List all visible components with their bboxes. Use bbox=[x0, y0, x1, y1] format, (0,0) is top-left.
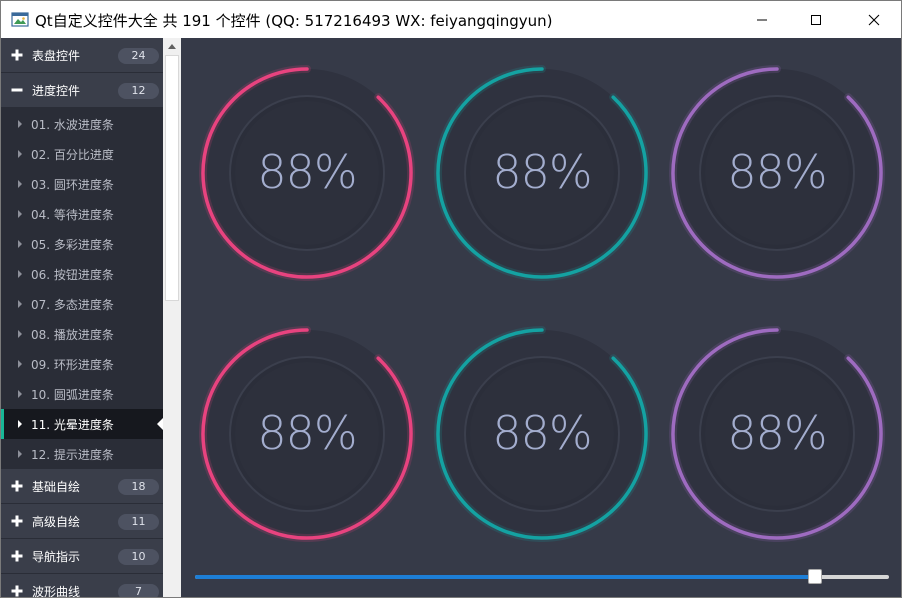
title-bar: Qt自定义控件大全 共 191 个控件 (QQ: 517216493 WX: f… bbox=[1, 1, 901, 38]
nav-item-label: 04. 等待进度条 bbox=[31, 208, 114, 222]
slider-fill bbox=[195, 575, 810, 579]
progress-value-text: 88% bbox=[257, 406, 357, 460]
nav-item-percent-progress[interactable]: 02. 百分比进度 bbox=[1, 139, 163, 169]
value-slider[interactable] bbox=[195, 569, 889, 585]
nav-item-label: 01. 水波进度条 bbox=[31, 118, 114, 132]
nav-group-count: 12 bbox=[118, 83, 159, 99]
plus-icon bbox=[11, 49, 23, 61]
selection-pointer-icon bbox=[157, 418, 163, 430]
nav-group-count: 7 bbox=[118, 584, 159, 597]
nav-group-count: 24 bbox=[118, 48, 159, 64]
nav-item-button-progress[interactable]: 06. 按钮进度条 bbox=[1, 259, 163, 289]
caret-right-icon bbox=[18, 240, 22, 248]
nav-item-label: 10. 圆弧进度条 bbox=[31, 388, 114, 402]
slider-handle[interactable] bbox=[808, 569, 822, 584]
scrollbar-thumb[interactable] bbox=[165, 55, 179, 301]
caret-right-icon bbox=[18, 210, 22, 218]
caret-right-icon bbox=[18, 120, 22, 128]
nav-item-label: 12. 提示进度条 bbox=[31, 448, 114, 462]
close-icon bbox=[868, 14, 880, 25]
nav-item-label: 02. 百分比进度 bbox=[31, 148, 114, 162]
nav-item-label: 03. 圆环进度条 bbox=[31, 178, 114, 192]
nav-group-advanced-paint[interactable]: 高级自绘 11 bbox=[1, 504, 163, 539]
nav-group-label: 基础自绘 bbox=[32, 480, 81, 494]
nav-group-count: 18 bbox=[118, 479, 159, 495]
nav-group-navigation[interactable]: 导航指示 10 bbox=[1, 539, 163, 574]
caret-right-icon bbox=[18, 330, 22, 338]
nav-item-label: 05. 多彩进度条 bbox=[31, 238, 114, 252]
halo-progress-dial: 88% bbox=[669, 326, 885, 542]
sidebar-scrollbar[interactable] bbox=[163, 38, 181, 597]
maximize-button[interactable] bbox=[793, 1, 839, 38]
maximize-icon bbox=[811, 14, 821, 25]
nav-item-water-progress[interactable]: 01. 水波进度条 bbox=[1, 109, 163, 139]
progress-value-text: 88% bbox=[492, 145, 592, 199]
plus-icon bbox=[11, 480, 23, 492]
nav-group-count: 11 bbox=[118, 514, 159, 530]
halo-progress-dial: 88% bbox=[434, 65, 650, 281]
nav-group-dials[interactable]: 表盘控件 24 bbox=[1, 38, 163, 73]
nav-group-basic-paint[interactable]: 基础自绘 18 bbox=[1, 469, 163, 504]
minimize-icon bbox=[757, 19, 767, 20]
caret-right-icon bbox=[18, 360, 22, 368]
nav-group-label: 波形曲线 bbox=[32, 585, 81, 598]
app-window: Qt自定义控件大全 共 191 个控件 (QQ: 517216493 WX: f… bbox=[0, 0, 902, 598]
nav-item-wait-progress[interactable]: 04. 等待进度条 bbox=[1, 199, 163, 229]
nav-group-count: 10 bbox=[118, 549, 159, 565]
nav-group-waveform[interactable]: 波形曲线 7 bbox=[1, 574, 163, 598]
progress-value-text: 88% bbox=[257, 145, 357, 199]
nav-item-label: 11. 光晕进度条 bbox=[31, 418, 114, 432]
halo-progress-dial: 88% bbox=[199, 65, 415, 281]
nav-group-label: 表盘控件 bbox=[32, 49, 81, 63]
caret-right-icon bbox=[18, 420, 22, 428]
nav-item-label: 07. 多态进度条 bbox=[31, 298, 114, 312]
nav-group-label: 高级自绘 bbox=[32, 515, 81, 529]
nav-item-play-progress[interactable]: 08. 播放进度条 bbox=[1, 319, 163, 349]
caret-right-icon bbox=[18, 180, 22, 188]
nav-item-halo-progress[interactable]: 11. 光晕进度条 bbox=[1, 409, 163, 439]
plus-icon bbox=[11, 585, 23, 597]
nav-item-arc-progress[interactable]: 10. 圆弧进度条 bbox=[1, 379, 163, 409]
nav-item-label: 06. 按钮进度条 bbox=[31, 268, 114, 282]
progress-value-text: 88% bbox=[492, 406, 592, 460]
caret-right-icon bbox=[18, 390, 22, 398]
progress-value-text: 88% bbox=[727, 406, 827, 460]
caret-right-icon bbox=[18, 450, 22, 458]
caret-right-icon bbox=[18, 270, 22, 278]
nav-group-progress[interactable]: 进度控件 12 bbox=[1, 73, 163, 108]
halo-progress-panel: 88% 88% 88% 88% 88% 88% bbox=[181, 38, 901, 597]
halo-progress-dial: 88% bbox=[434, 326, 650, 542]
window-title: Qt自定义控件大全 共 191 个控件 (QQ: 517216493 WX: f… bbox=[35, 12, 553, 30]
nav-group-label: 进度控件 bbox=[32, 84, 81, 98]
minimize-button[interactable] bbox=[739, 1, 785, 38]
nav-item-color-progress[interactable]: 05. 多彩进度条 bbox=[1, 229, 163, 259]
nav-group-label: 导航指示 bbox=[32, 550, 81, 564]
nav-item-state-progress[interactable]: 07. 多态进度条 bbox=[1, 289, 163, 319]
halo-progress-dial: 88% bbox=[669, 65, 885, 281]
scroll-up-arrow-icon bbox=[168, 44, 176, 49]
nav-item-annular-progress[interactable]: 09. 环形进度条 bbox=[1, 349, 163, 379]
plus-icon bbox=[11, 550, 23, 562]
nav-item-tip-progress[interactable]: 12. 提示进度条 bbox=[1, 439, 163, 469]
minus-icon bbox=[11, 88, 23, 92]
close-button[interactable] bbox=[851, 1, 897, 38]
nav-item-label: 08. 播放进度条 bbox=[31, 328, 114, 342]
caret-right-icon bbox=[18, 300, 22, 308]
nav-item-label: 09. 环形进度条 bbox=[31, 358, 114, 372]
sidebar-nav: 表盘控件 24 进度控件 12 01. 水波进度条 02. 百分比进度 03. … bbox=[1, 38, 163, 598]
progress-value-text: 88% bbox=[727, 145, 827, 199]
active-indicator bbox=[1, 409, 4, 439]
plus-icon bbox=[11, 515, 23, 527]
caret-right-icon bbox=[18, 150, 22, 158]
halo-progress-dial: 88% bbox=[199, 326, 415, 542]
nav-item-ring-progress[interactable]: 03. 圆环进度条 bbox=[1, 169, 163, 199]
scroll-up-button[interactable] bbox=[163, 38, 181, 55]
app-icon bbox=[11, 12, 29, 27]
